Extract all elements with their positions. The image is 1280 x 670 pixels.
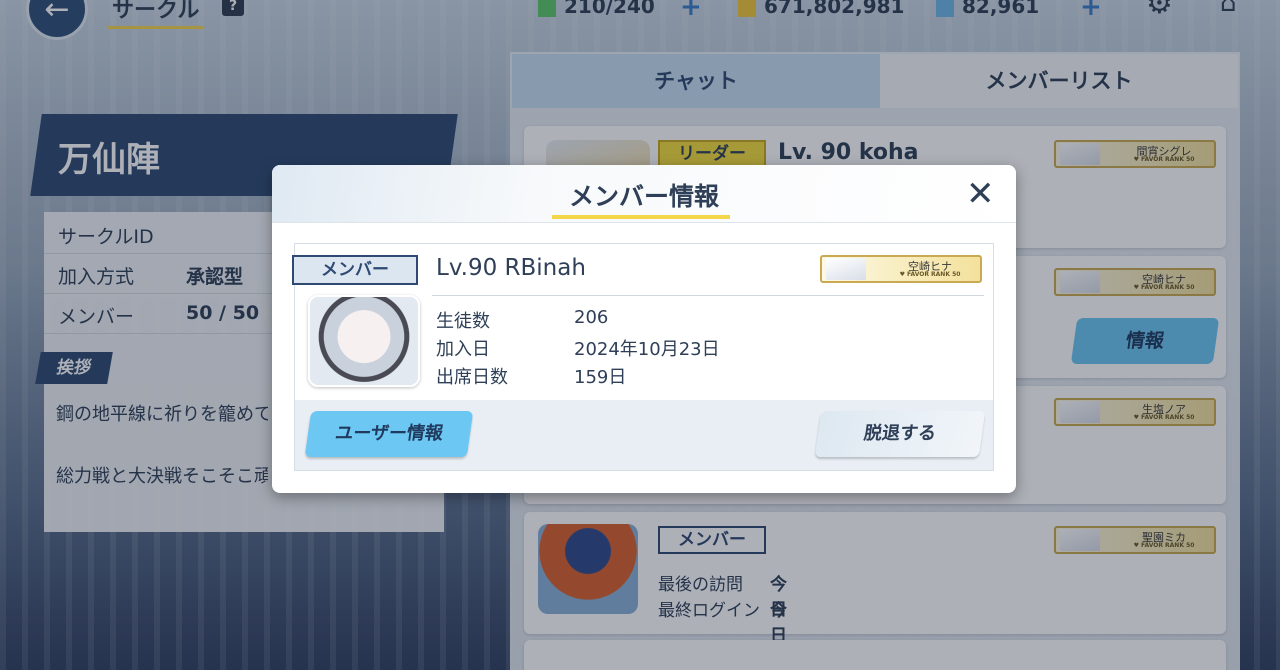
member-avatar <box>308 295 420 387</box>
student-count-label: 生徒数 <box>436 311 490 332</box>
dialog-title: メンバー情報 <box>568 182 719 211</box>
attendance-label: 出席日数 <box>436 367 508 388</box>
student-portrait-icon <box>826 258 866 280</box>
divider <box>432 295 984 296</box>
student-count-value: 206 <box>574 307 609 328</box>
member-name: Lv.90 RBinah <box>436 255 586 281</box>
member-role-badge: メンバー <box>292 255 418 285</box>
user-info-button[interactable]: ユーザー情報 <box>304 411 474 457</box>
attendance-row: 出席日数 159日 <box>436 363 626 389</box>
join-date-label: 加入日 <box>436 339 490 360</box>
join-date-value: 2024年10月23日 <box>574 339 720 360</box>
close-icon[interactable]: ✕ <box>966 175 995 213</box>
favor-rank: ♥ FAVOR RANK 50 <box>899 271 961 278</box>
join-date-row: 加入日 2024年10月23日 <box>436 335 720 361</box>
attendance-value: 159日 <box>574 367 627 388</box>
member-info-dialog: メンバー情報 ✕ メンバー Lv.90 RBinah 空崎ヒナ ♥ FAVOR … <box>272 165 1016 493</box>
favor-student-badge: 空崎ヒナ ♥ FAVOR RANK 50 <box>820 255 982 283</box>
student-count-row: 生徒数 206 <box>436 307 608 333</box>
title-underline <box>552 215 730 219</box>
leave-circle-button[interactable]: 脱退する <box>814 411 986 457</box>
